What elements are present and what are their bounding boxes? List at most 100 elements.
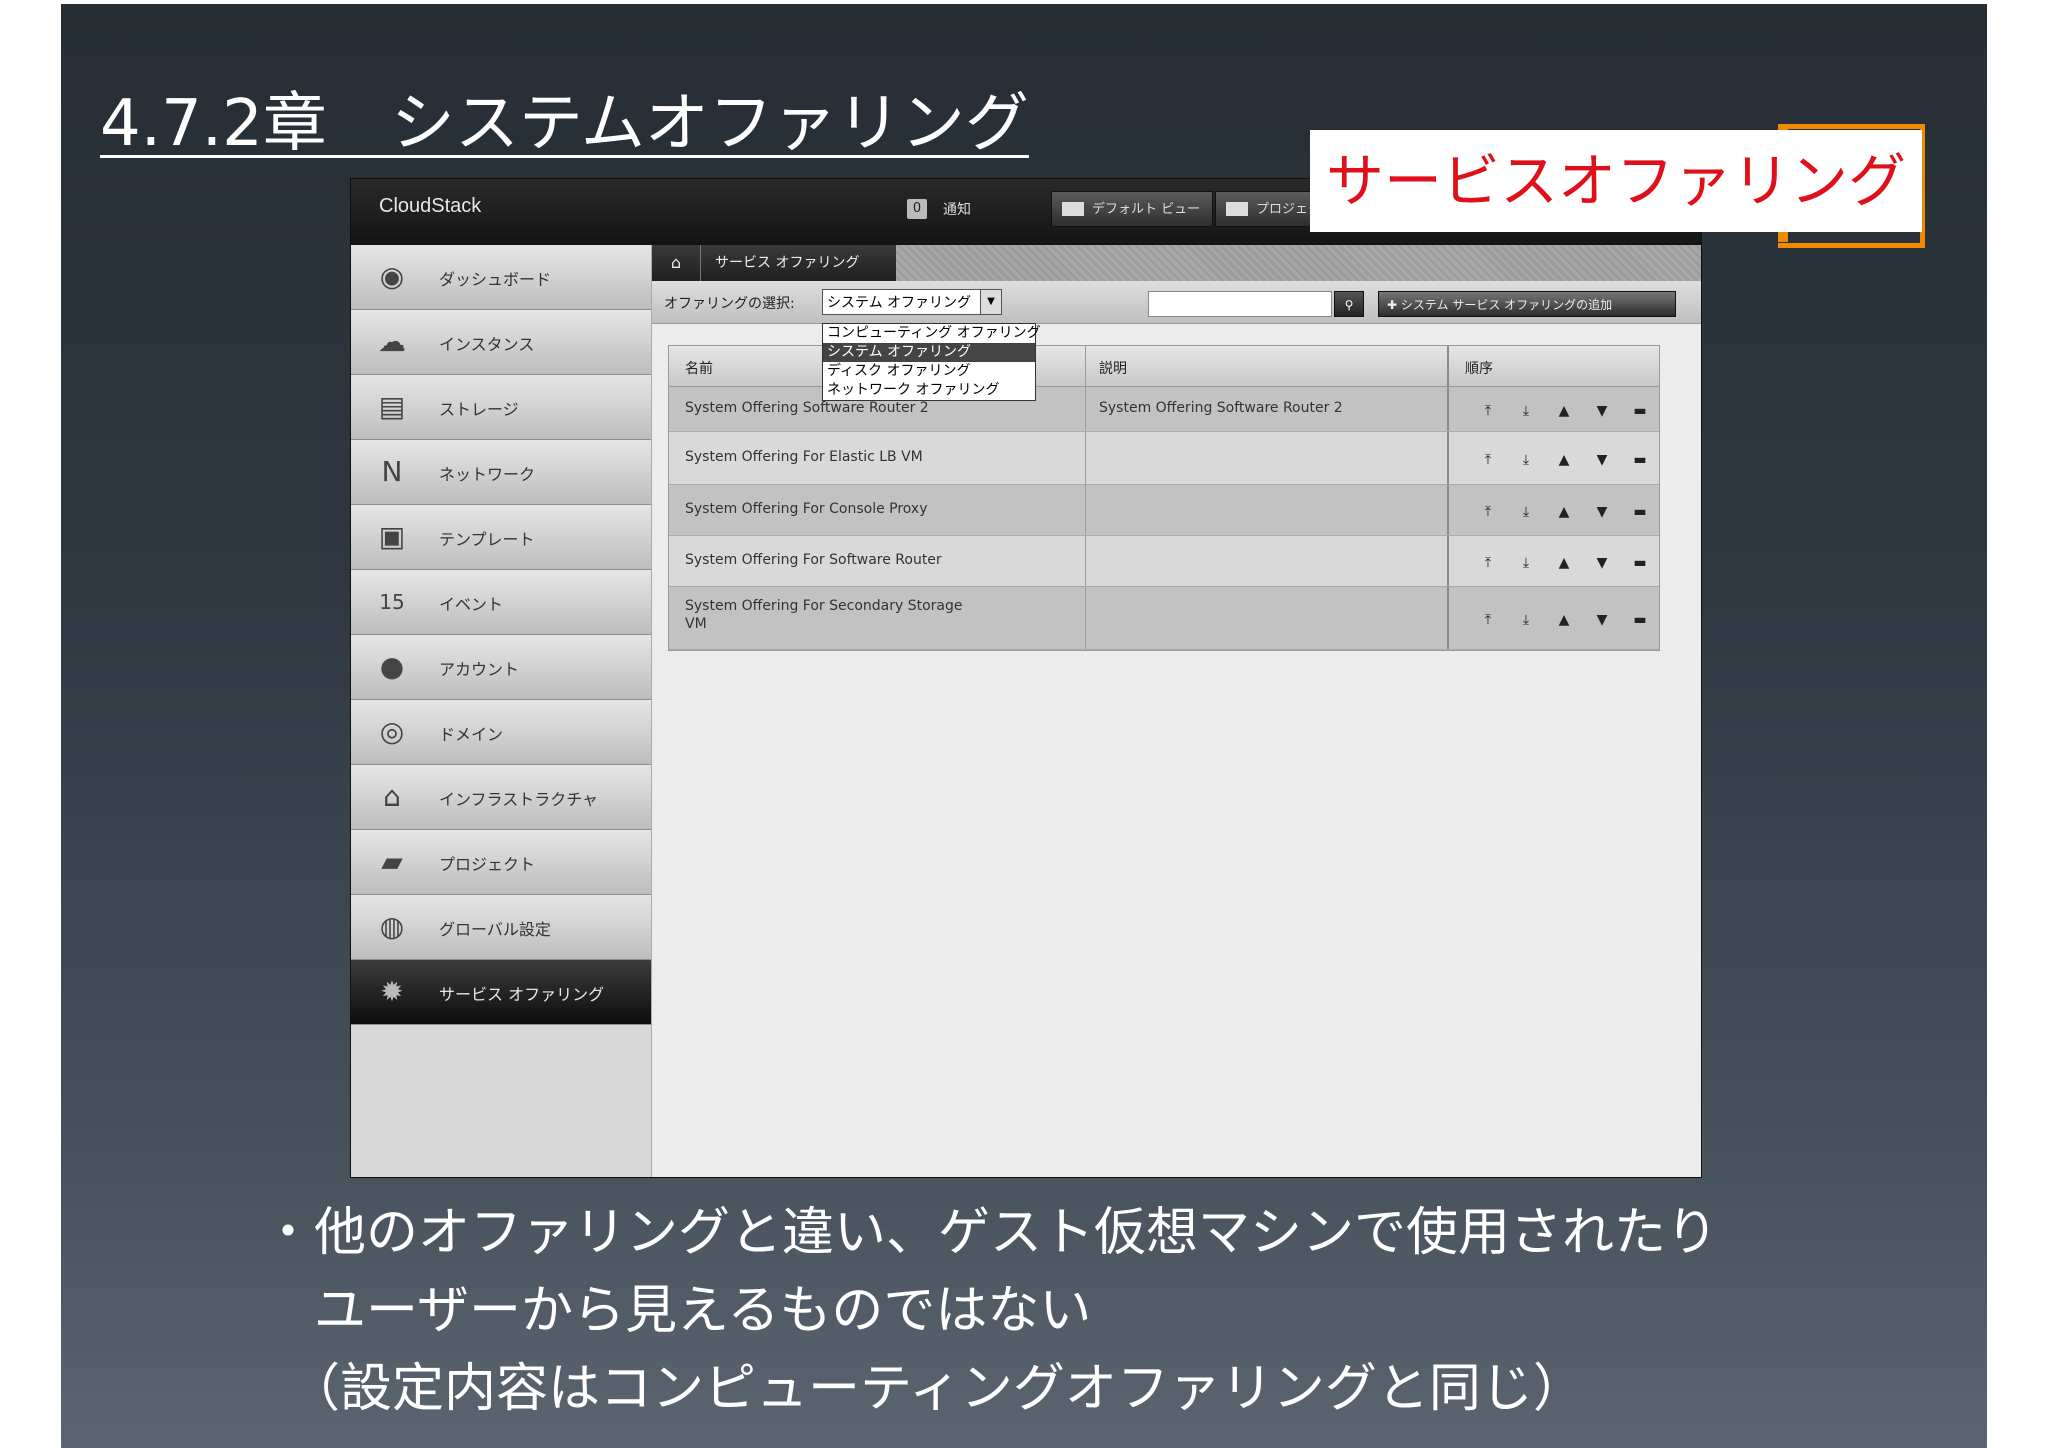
offering-dropdown: コンピューティング オファリング システム オファリング ディスク オファリング ネッ…	[822, 323, 1041, 401]
sidebar-item[interactable]: N ネットワーク	[351, 440, 651, 505]
table-row[interactable]: System Offering For Console Proxy ⤒ ⤓ ▲ ▼ ▬	[669, 485, 1659, 536]
sidebar-item[interactable]: 15 イベント	[351, 570, 651, 635]
move-bottom-icon[interactable]: ⤓	[1515, 610, 1537, 630]
offering-select[interactable]: システム オファリング ▼	[822, 289, 1002, 315]
drag-handle-icon[interactable]: ▬	[1629, 401, 1651, 421]
offering-select-label: オファリングの選択:	[664, 296, 795, 312]
move-up-icon[interactable]: ▲	[1553, 401, 1575, 421]
move-down-icon[interactable]: ▼	[1591, 610, 1613, 630]
default-view-button[interactable]: デフォルト ビュー	[1051, 191, 1213, 227]
column-divider	[1447, 346, 1449, 386]
move-top-icon[interactable]: ⤒	[1477, 502, 1499, 522]
move-down-icon[interactable]: ▼	[1591, 401, 1613, 421]
sidebar-item[interactable]: ▰ プロジェクト	[351, 830, 651, 895]
sidebar-item[interactable]: ⌂ インフラストラクチャ	[351, 765, 651, 830]
offering-name[interactable]: System Offering For Software Router	[685, 552, 1065, 568]
move-top-icon[interactable]: ⤒	[1477, 553, 1499, 573]
cloud-icon: ☁	[378, 325, 406, 358]
offering-name[interactable]: System Offering For Console Proxy	[685, 501, 1065, 517]
move-down-icon[interactable]: ▼	[1591, 450, 1613, 470]
sidebar-item-label: インスタンス	[439, 335, 535, 354]
sidebar-item[interactable]: ● アカウント	[351, 635, 651, 700]
default-view-label: デフォルト ビュー	[1092, 202, 1201, 217]
sidebar-item[interactable]: ◍ グローバル設定	[351, 895, 651, 960]
drag-handle-icon[interactable]: ▬	[1629, 502, 1651, 522]
notification-label[interactable]: 通知	[943, 199, 971, 219]
notification-count-badge[interactable]: 0	[907, 199, 927, 219]
offering-name[interactable]: System Offering Software Router 2	[685, 400, 1065, 416]
move-top-icon[interactable]: ⤒	[1477, 610, 1499, 630]
move-bottom-icon[interactable]: ⤓	[1515, 401, 1537, 421]
column-divider	[1447, 485, 1449, 535]
domain-icon: ◎	[379, 715, 405, 748]
column-order[interactable]: 順序	[1465, 358, 1493, 378]
drag-handle-icon[interactable]: ▬	[1629, 450, 1651, 470]
sidebar-item-label: ネットワーク	[439, 465, 536, 484]
plus-icon: ✚	[1387, 298, 1401, 312]
infrastructure-icon: ⌂	[383, 780, 401, 813]
brand-logo: CloudStack	[379, 195, 482, 217]
gear-icon: ✹	[380, 975, 404, 1008]
breadcrumb-current[interactable]: サービス オファリング	[700, 245, 896, 281]
move-top-icon[interactable]: ⤒	[1477, 401, 1499, 421]
dropdown-option[interactable]: ディスク オファリング	[823, 362, 1035, 381]
breadcrumb: ⌂ サービス オファリング	[652, 245, 1701, 281]
column-divider	[1447, 387, 1449, 431]
sidebar-item-label: サービス オファリング	[439, 985, 605, 1004]
move-down-icon[interactable]: ▼	[1591, 553, 1613, 573]
add-system-offering-button[interactable]: ✚ システム サービス オファリングの追加	[1378, 291, 1676, 317]
sidebar-item[interactable]: ✹ サービス オファリング	[351, 960, 651, 1025]
table-row[interactable]: System Offering For Secondary Storage VM…	[669, 587, 1659, 650]
sidebar-item-label: ドメイン	[439, 725, 504, 744]
move-bottom-icon[interactable]: ⤓	[1515, 502, 1537, 522]
sidebar-item-label: プロジェクト	[439, 855, 536, 874]
chevron-down-icon[interactable]: ▼	[980, 290, 1001, 314]
storage-icon: ▤	[378, 390, 406, 423]
search-icon[interactable]: ⚲	[1334, 291, 1364, 317]
column-name[interactable]: 名前	[685, 358, 713, 378]
table-row[interactable]: System Offering For Software Router ⤒ ⤓ ▲ ▼ ▬	[669, 536, 1659, 587]
move-top-icon[interactable]: ⤒	[1477, 450, 1499, 470]
column-divider	[1085, 346, 1086, 386]
sidebar-item[interactable]: ☁ インスタンス	[351, 310, 651, 375]
sidebar-item[interactable]: ◉ ダッシュボード	[351, 245, 651, 310]
offering-name[interactable]: System Offering For Elastic LB VM	[685, 449, 1065, 465]
move-up-icon[interactable]: ▲	[1553, 610, 1575, 630]
sidebar-item-label: テンプレート	[439, 530, 535, 549]
move-bottom-icon[interactable]: ⤓	[1515, 553, 1537, 573]
bullet-text: ・他のオファリングと違い、ゲスト仮想マシンで使用されたり ユーザーから見えるもの…	[262, 1194, 1718, 1428]
move-up-icon[interactable]: ▲	[1553, 502, 1575, 522]
slide-title: 4.7.2章 システムオファリング	[100, 87, 1029, 161]
drag-handle-icon[interactable]: ▬	[1629, 610, 1651, 630]
dropdown-option[interactable]: コンピューティング オファリング	[823, 324, 1041, 343]
move-up-icon[interactable]: ▲	[1553, 450, 1575, 470]
column-description[interactable]: 説明	[1099, 358, 1127, 378]
callout-label: サービスオファリング	[1310, 130, 1922, 232]
column-divider	[1447, 432, 1449, 484]
table-row[interactable]: System Offering For Elastic LB VM ⤒ ⤓ ▲ ▼ ▬	[669, 432, 1659, 485]
drag-handle-icon[interactable]: ▬	[1629, 553, 1651, 573]
search-input[interactable]	[1148, 291, 1332, 317]
dropdown-option[interactable]: ネットワーク オファリング	[823, 381, 1035, 400]
sidebar-item[interactable]: ▣ テンプレート	[351, 505, 651, 570]
column-divider	[1085, 387, 1086, 431]
add-system-offering-label: システム サービス オファリングの追加	[1400, 298, 1613, 312]
column-divider	[1085, 536, 1086, 586]
move-up-icon[interactable]: ▲	[1553, 553, 1575, 573]
move-down-icon[interactable]: ▼	[1591, 502, 1613, 522]
offering-name[interactable]: System Offering For Secondary Storage VM	[685, 597, 975, 633]
column-divider	[1085, 432, 1086, 484]
sidebar-item-label: ダッシュボード	[439, 270, 552, 289]
dropdown-option[interactable]: システム オファリング	[823, 343, 1035, 362]
sidebar-item[interactable]: ◎ ドメイン	[351, 700, 651, 765]
table-row[interactable]: System Offering Software Router 2 System …	[669, 387, 1659, 432]
folder-icon: ▰	[381, 845, 403, 878]
offerings-table: 名前 説明 順序 System Offering Software Router…	[668, 345, 1660, 651]
bullet-line: （設定内容はコンピューティングオファリングと同じ）	[262, 1359, 1585, 1419]
bullet-line: ・他のオファリングと違い、ゲスト仮想マシンで使用されたり	[262, 1203, 1719, 1263]
main-content: ⌂ サービス オファリング オファリングの選択: システム オファリング ▼ ⚲…	[652, 245, 1701, 1177]
home-icon[interactable]: ⌂	[652, 245, 700, 281]
offering-select-value: システム オファリング	[827, 295, 972, 311]
move-bottom-icon[interactable]: ⤓	[1515, 450, 1537, 470]
sidebar-item[interactable]: ▤ ストレージ	[351, 375, 651, 440]
